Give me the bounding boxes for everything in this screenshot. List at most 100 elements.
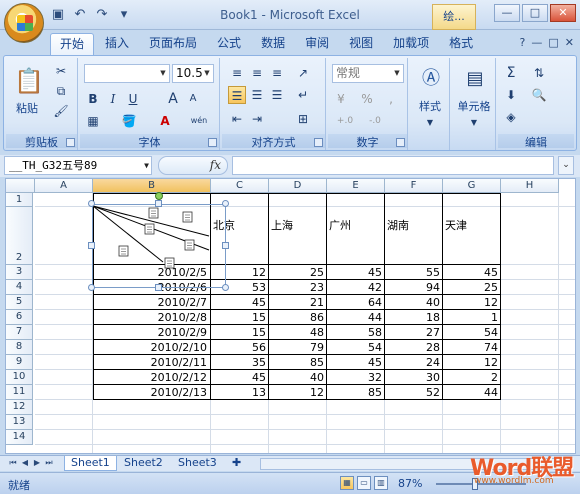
align-top-icon[interactable]: ≡ xyxy=(228,64,246,82)
value-cell[interactable]: 25 xyxy=(269,266,326,279)
value-cell[interactable]: 85 xyxy=(327,386,384,399)
resize-handle[interactable] xyxy=(88,200,95,207)
row-header-4[interactable]: 4 xyxy=(6,280,33,295)
tab-view[interactable]: 视图 xyxy=(340,33,382,55)
minimize-button[interactable]: — xyxy=(494,4,520,22)
increase-decimal-button[interactable]: +.0 xyxy=(332,112,358,130)
currency-icon[interactable]: ¥ xyxy=(332,90,350,108)
resize-handle[interactable] xyxy=(222,242,229,249)
row-header-2[interactable]: 2 xyxy=(6,207,33,265)
tab-review[interactable]: 审阅 xyxy=(296,33,338,55)
font-color-button[interactable]: A xyxy=(156,112,174,130)
sheet-tab-sheet2[interactable]: Sheet2 xyxy=(118,456,169,471)
value-cell[interactable]: 15 xyxy=(211,311,268,324)
row-header-12[interactable]: 12 xyxy=(6,400,33,415)
close-button[interactable]: ✕ xyxy=(550,4,576,22)
cut-icon[interactable]: ✂ xyxy=(52,62,70,80)
value-cell[interactable]: 44 xyxy=(327,311,384,324)
column-header-b[interactable]: B xyxy=(93,179,211,193)
resize-handle[interactable] xyxy=(155,284,162,291)
value-cell[interactable]: 85 xyxy=(269,356,326,369)
row-header-7[interactable]: 7 xyxy=(6,325,33,340)
format-painter-icon[interactable]: 🖌 xyxy=(52,102,70,120)
font-launcher-icon[interactable] xyxy=(208,138,217,147)
date-cell[interactable]: 2010/2/11 xyxy=(93,356,210,369)
tab-addins[interactable]: 加载项 xyxy=(384,33,438,55)
value-cell[interactable]: 35 xyxy=(211,356,268,369)
value-cell[interactable]: 13 xyxy=(211,386,268,399)
grow-font-button[interactable]: A xyxy=(164,90,182,108)
value-cell[interactable]: 52 xyxy=(385,386,442,399)
formula-input[interactable] xyxy=(232,156,554,175)
shrink-font-button[interactable]: A xyxy=(184,90,202,108)
value-cell[interactable]: 25 xyxy=(443,281,500,294)
value-cell[interactable]: 54 xyxy=(327,341,384,354)
align-center-icon[interactable]: ☰ xyxy=(248,86,266,104)
value-cell[interactable]: 45 xyxy=(327,356,384,369)
date-cell[interactable]: 2010/2/10 xyxy=(93,341,210,354)
date-cell[interactable]: 2010/2/9 xyxy=(93,326,210,339)
row-header-11[interactable]: 11 xyxy=(6,385,33,400)
value-cell[interactable]: 40 xyxy=(269,371,326,384)
resize-handle[interactable] xyxy=(222,200,229,207)
resize-handle[interactable] xyxy=(155,200,162,207)
value-cell[interactable]: 54 xyxy=(443,326,500,339)
value-cell[interactable]: 55 xyxy=(385,266,442,279)
value-cell[interactable]: 40 xyxy=(385,296,442,309)
sheet-tab-sheet1[interactable]: Sheet1 xyxy=(64,456,117,471)
styles-icon[interactable]: Ⓐ xyxy=(420,66,442,92)
value-cell[interactable]: 12 xyxy=(443,356,500,369)
row-header-14[interactable]: 14 xyxy=(6,430,33,445)
value-cell[interactable]: 18 xyxy=(385,311,442,324)
value-cell[interactable]: 45 xyxy=(327,266,384,279)
copy-icon[interactable]: ⧉ xyxy=(52,82,70,100)
workbook-minimize-button[interactable]: — xyxy=(531,36,542,49)
rotate-handle[interactable] xyxy=(155,192,163,200)
row-header-5[interactable]: 5 xyxy=(6,295,33,310)
column-header-f[interactable]: F xyxy=(385,179,443,193)
first-sheet-icon[interactable]: ⏮ xyxy=(8,458,18,468)
clipboard-launcher-icon[interactable] xyxy=(66,138,75,147)
row-header-13[interactable]: 13 xyxy=(6,415,33,430)
align-middle-icon[interactable]: ≡ xyxy=(248,64,266,82)
value-cell[interactable]: 1 xyxy=(443,311,500,324)
cells-label[interactable]: 单元格 xyxy=(452,98,496,114)
maximize-button[interactable]: □ xyxy=(522,4,548,22)
worksheet-grid[interactable]: A B C D E F G H 1 2 3 4 5 6 7 8 9 10 11 12 13 14 北京 上海 广州 湖南 天津 201… xyxy=(5,178,576,454)
underline-button[interactable]: U xyxy=(124,90,142,108)
merge-center-icon[interactable]: ⊞ xyxy=(294,110,312,128)
value-cell[interactable]: 2 xyxy=(443,371,500,384)
font-size-combo[interactable]: 10.5 ▼ xyxy=(172,64,214,83)
value-cell[interactable]: 94 xyxy=(385,281,442,294)
insert-sheet-icon[interactable]: ✚ xyxy=(226,456,247,471)
align-right-icon[interactable]: ☰ xyxy=(268,86,286,104)
drawing-tools-context-tab[interactable]: 绘... xyxy=(432,4,476,30)
column-header-d[interactable]: D xyxy=(269,179,327,193)
value-cell[interactable]: 12 xyxy=(269,386,326,399)
align-bottom-icon[interactable]: ≡ xyxy=(268,64,286,82)
tab-page-layout[interactable]: 页面布局 xyxy=(140,33,206,55)
column-header-c[interactable]: C xyxy=(211,179,269,193)
row-header-9[interactable]: 9 xyxy=(6,355,33,370)
row-header-10[interactable]: 10 xyxy=(6,370,33,385)
row-header-8[interactable]: 8 xyxy=(6,340,33,355)
fill-icon[interactable]: ⬇ xyxy=(502,86,520,104)
clear-icon[interactable]: ◈ xyxy=(502,108,520,126)
number-format-combo[interactable]: 常规 ▼ xyxy=(332,64,404,83)
insert-function-button[interactable]: fx xyxy=(158,156,228,175)
align-left-icon[interactable]: ☰ xyxy=(228,86,246,104)
tab-insert[interactable]: 插入 xyxy=(96,33,138,55)
select-all-corner[interactable] xyxy=(6,179,35,193)
sheet-tab-sheet3[interactable]: Sheet3 xyxy=(172,456,223,471)
row-header-3[interactable]: 3 xyxy=(6,265,33,280)
decrease-indent-icon[interactable]: ⇤ xyxy=(228,110,246,128)
value-cell[interactable]: 58 xyxy=(327,326,384,339)
next-sheet-icon[interactable]: ▶ xyxy=(32,458,42,468)
phonetic-button[interactable]: wén xyxy=(190,112,208,130)
value-cell[interactable]: 30 xyxy=(385,371,442,384)
name-box[interactable]: __TH_G32五号89 ▼ xyxy=(4,156,152,175)
autosum-button[interactable]: Σ xyxy=(502,64,520,82)
value-cell[interactable]: 45 xyxy=(211,371,268,384)
italic-button[interactable]: I xyxy=(104,90,122,108)
prev-sheet-icon[interactable]: ◀ xyxy=(20,458,30,468)
